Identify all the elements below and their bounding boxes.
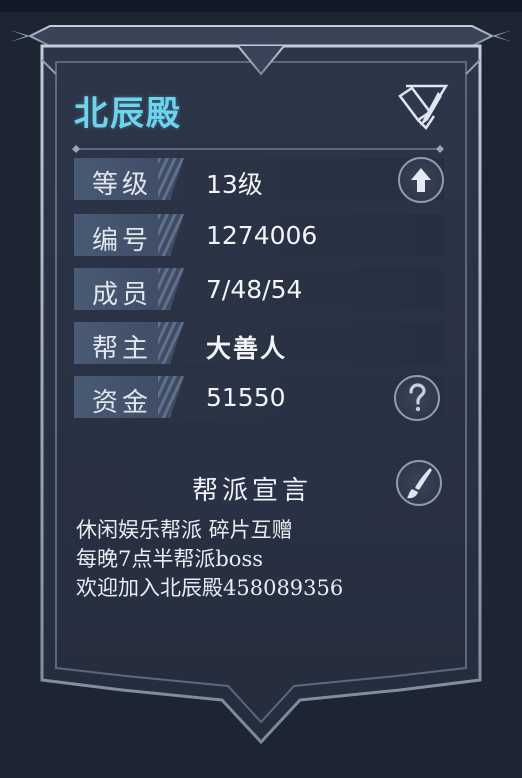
row-label: 资金 [92,388,153,418]
leader-value: 大善人 [206,334,288,363]
info-row-leader: 帮主 大善人 [74,322,444,364]
row-label: 成员 [92,280,153,310]
help-button[interactable] [394,375,440,421]
declaration-line: 休闲娱乐帮派 碎片互赠 [76,518,293,542]
row-label: 编号 [92,226,153,256]
brush-icon [407,468,432,499]
info-row-level: 等级 13级 [74,158,444,200]
id-value: 1274006 [206,221,318,250]
arrow-up-icon [411,168,431,192]
edit-name-button[interactable] [396,82,450,132]
info-row-id: 编号 1274006 [74,214,444,256]
funds-value: 51550 [206,383,286,412]
members-value: 7/48/54 [206,275,303,304]
brush-edit-icon [398,84,449,130]
declaration-line: 欢迎加入北辰殿458089356 [76,576,344,600]
question-icon [409,383,426,412]
level-value: 13级 [206,170,263,199]
declaration-title: 帮派宣言 [192,476,313,506]
info-row-funds: 资金 51550 [74,376,444,418]
info-row-members: 成员 7/48/54 [74,268,444,310]
title-divider [72,145,444,153]
declaration-line: 每晚7点半帮派boss [76,547,263,571]
edit-declaration-button[interactable] [396,460,442,506]
upgrade-button[interactable] [398,157,444,203]
row-label: 帮主 [92,334,153,364]
guild-name: 北辰殿 [74,94,182,134]
row-label: 等级 [92,170,153,200]
declaration-text: 休闲娱乐帮派 碎片互赠 每晚7点半帮派boss 欢迎加入北辰殿458089356 [76,516,446,603]
